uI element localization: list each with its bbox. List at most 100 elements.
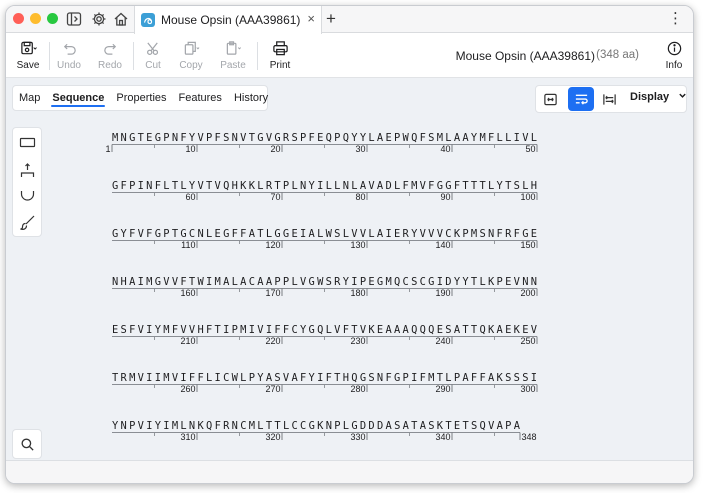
rectangle-select-icon[interactable]: [19, 134, 36, 151]
position-label: 10: [185, 144, 195, 154]
position-label: 150: [520, 240, 535, 250]
sequence-line: TRMVIIMVIFFLICWLPYASVAFYIFTHQGSNFGPIFMTL…: [112, 372, 537, 384]
info-icon: [666, 39, 683, 57]
position-label: 240: [435, 336, 450, 346]
position-label: 280: [350, 384, 365, 394]
position-label: 190: [435, 288, 450, 298]
undo-label: Undo: [57, 60, 81, 71]
tab-properties[interactable]: Properties: [110, 86, 172, 110]
position-label: 90: [440, 192, 450, 202]
search-button[interactable]: [12, 429, 42, 459]
print-button[interactable]: Print: [259, 34, 301, 78]
wrap-lines-icon[interactable]: [568, 87, 594, 111]
copy-button[interactable]: Copy: [170, 34, 212, 78]
minimize-window-button[interactable]: [30, 13, 41, 24]
sequence-length: (348 aa): [596, 49, 639, 61]
paste-label: Paste: [220, 60, 246, 71]
position-label: 60: [185, 192, 195, 202]
split-tool-icon[interactable]: [19, 162, 36, 179]
redo-label: Redo: [98, 60, 122, 71]
position-label: 180: [350, 288, 365, 298]
cut-button[interactable]: Cut: [132, 34, 174, 78]
position-label: 220: [265, 336, 280, 346]
position-label: 130: [350, 240, 365, 250]
position-label: 160: [180, 288, 195, 298]
sequence-display[interactable]: MNGTEGPNFYVPFSNVTGVGRSPFEQPQYYLAEPWQFSML…: [6, 78, 694, 460]
no-wrap-icon[interactable]: [596, 87, 622, 111]
undo-button[interactable]: Undo: [48, 34, 90, 78]
position-label: 80: [355, 192, 365, 202]
title-bar: Mouse Opsin (AAA39861) × + ⋮: [6, 6, 693, 34]
cut-label: Cut: [145, 60, 161, 71]
tab-map[interactable]: Map: [13, 86, 46, 110]
close-window-button[interactable]: [13, 13, 24, 24]
search-icon: [21, 438, 34, 451]
position-label: 200: [520, 288, 535, 298]
paste-icon: [225, 39, 242, 57]
sequence-view-area: MNGTEGPNFYVPFSNVTGVGRSPFEQPQYYLAEPWQFSML…: [6, 78, 693, 460]
sequence-line: GFPINFLTLYVTVQHKKLRTPLNYILLNLAVADLFMVFGG…: [112, 180, 537, 192]
brush-icon[interactable]: [19, 214, 36, 231]
position-label: 300: [520, 384, 535, 394]
chevron-down-icon: [678, 91, 687, 103]
redo-button[interactable]: Redo: [89, 34, 131, 78]
position-label: 20: [270, 144, 280, 154]
home-icon[interactable]: [113, 11, 129, 27]
position-label: 290: [435, 384, 450, 394]
app-window: Mouse Opsin (AAA39861) × + ⋮ Save Undo R…: [5, 5, 694, 484]
position-label: 340: [435, 432, 450, 442]
save-label: Save: [16, 60, 40, 71]
printer-icon: [272, 39, 289, 57]
sequence-line: NHAIMGVVFTWIMALACAAPPLVGWSRYIPEGMQCSCGID…: [112, 276, 537, 288]
position-label: 120: [265, 240, 280, 250]
position-label: 250: [520, 336, 535, 346]
display-label: Display: [630, 91, 670, 103]
position-label: 348: [522, 432, 537, 442]
undo-icon: [61, 39, 78, 57]
protein-document-icon: [141, 13, 155, 27]
tab-features[interactable]: Features: [173, 86, 228, 110]
sequence-line: YNPVIYIMLNKQFRNCMLTTLCCGKNPLGDDDASATASKT…: [112, 420, 521, 432]
scissors-icon: [145, 39, 162, 57]
position-label: 1: [105, 144, 110, 154]
info-button[interactable]: Info: [653, 34, 693, 78]
toolbar: Save Undo Redo Cut Copy Paste Print Mous…: [6, 34, 693, 78]
position-label: 230: [350, 336, 365, 346]
position-label: 310: [180, 432, 195, 442]
sequence-line: MNGTEGPNFYVPFSNVTGVGRSPFEQPQYYLAEPWQFSML…: [112, 132, 537, 144]
more-options-icon[interactable]: ⋮: [668, 11, 683, 27]
sequence-name: Mouse Opsin (AAA39861): [455, 49, 595, 63]
position-label: 50: [525, 144, 535, 154]
print-label: Print: [269, 60, 291, 71]
position-label: 140: [435, 240, 450, 250]
position-label: 270: [265, 384, 280, 394]
info-label: Info: [665, 60, 683, 71]
document-tab[interactable]: Mouse Opsin (AAA39861) ×: [134, 6, 322, 34]
view-options-bar: Display: [535, 85, 687, 113]
position-label: 170: [265, 288, 280, 298]
paste-button[interactable]: Paste: [212, 34, 254, 78]
tab-close-icon[interactable]: ×: [307, 12, 315, 26]
display-menu-button[interactable]: Display: [630, 91, 687, 103]
position-label: 330: [350, 432, 365, 442]
sequence-line: GYFVFGPTGCNLEGFFATLGGEIALWSLVVLAIERYVVVC…: [112, 228, 537, 240]
position-label: 320: [265, 432, 280, 442]
position-label: 210: [180, 336, 195, 346]
tab-history[interactable]: History: [228, 86, 274, 110]
sequence-line: ESFVIYMFVVHFTIPMIVIFFCYGQLVFTVKEAAAQQQES…: [112, 324, 537, 336]
save-button[interactable]: Save: [7, 34, 49, 78]
tab-sequence[interactable]: Sequence: [46, 86, 110, 110]
new-tab-icon[interactable]: +: [326, 10, 336, 28]
status-bar: [6, 460, 693, 483]
position-label: 100: [520, 192, 535, 202]
zoom-window-button[interactable]: [47, 13, 58, 24]
fit-width-icon[interactable]: [537, 87, 563, 111]
save-icon: [20, 39, 37, 57]
arc-tool-icon[interactable]: [19, 188, 36, 205]
view-tab-bar: Map Sequence Properties Features History: [12, 85, 268, 111]
sidebar-toggle-icon[interactable]: [66, 11, 82, 27]
gear-icon[interactable]: [91, 11, 107, 27]
copy-icon: [183, 39, 200, 57]
position-label: 70: [270, 192, 280, 202]
copy-label: Copy: [179, 60, 203, 71]
